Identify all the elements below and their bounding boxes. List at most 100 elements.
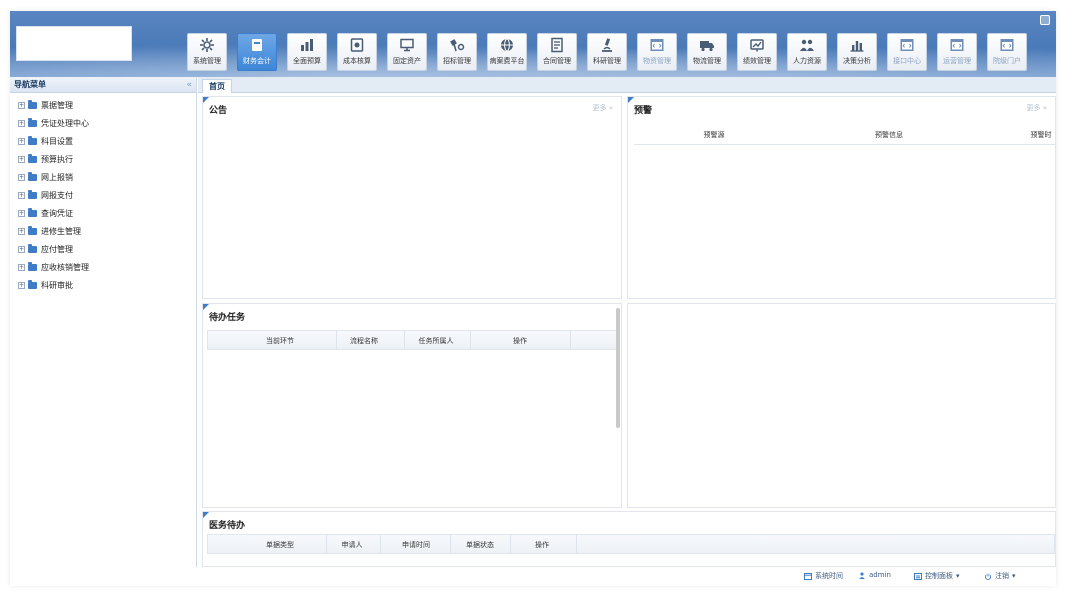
module-button[interactable]: 财务会计 [237,33,277,71]
folder-icon [28,189,37,199]
module-label: 人力资源 [793,57,821,65]
logout-menu[interactable]: 注销 ▾ [984,571,1016,581]
column-divider [450,535,451,553]
module-label: 运营管理 [943,57,971,65]
module-label: 固定资产 [393,57,421,65]
contract-icon [551,37,563,53]
caret-down-icon: ▾ [956,572,960,580]
nav-tree-label: 票据管理 [41,100,73,110]
control-panel-menu[interactable]: 控制面板 ▾ [914,571,960,581]
folder-icon [28,117,37,127]
nav-tree-item[interactable]: + 科研审批 [10,276,196,294]
tab-home[interactable]: 首页 [202,79,232,93]
system-time-link[interactable]: 系统时间 [804,571,843,581]
nav-tree-item[interactable]: + 应付管理 [10,240,196,258]
module-button[interactable]: 运营管理 [937,33,977,71]
expand-plus-icon[interactable]: + [18,281,25,289]
todo-grid-header: 当前环节 流程名称 任务所属人 操作 [207,330,617,350]
module-button[interactable]: 绩效管理 [737,33,777,71]
tab-strip: 首页 [198,77,1056,93]
performance-icon [750,39,764,52]
nav-tree-label: 科目设置 [41,136,73,146]
code-window-icon [900,39,914,51]
column-divider [510,535,511,553]
nav-tree-label: 查询凭证 [41,208,73,218]
module-button[interactable]: 接口中心 [887,33,927,71]
collapse-sidebar-icon[interactable]: « [186,80,192,90]
expand-plus-icon[interactable]: + [18,191,25,199]
nav-tree-item[interactable]: + 进修生管理 [10,222,196,240]
medical-title: 医务待办 [202,512,245,531]
expand-plus-icon[interactable]: + [18,155,25,163]
column-divider [380,535,381,553]
todo-scrollbar[interactable] [616,308,620,428]
module-label: 招标管理 [443,57,471,65]
nav-tree-item[interactable]: + 科目设置 [10,132,196,150]
warning-col-info: 预警信息 [875,131,903,139]
module-button[interactable]: 院级门户 [987,33,1027,71]
nav-tree-label: 网报支付 [41,190,73,200]
username: admin [869,571,891,579]
folder-icon [28,99,37,109]
app-window: 系统管理 财务会计 全面预算 成本核算 固定资产 招标管理 病案费平台 合同管理 科研管理 物资管… [10,11,1056,586]
folder-icon [28,243,37,253]
module-button[interactable]: 固定资产 [387,33,427,71]
module-button[interactable]: 科研管理 [587,33,627,71]
medical-col-status: 单据状态 [466,541,494,549]
todo-panel: 待办任务 当前环节 流程名称 任务所属人 操作 [202,303,622,508]
power-icon [984,572,992,580]
module-button[interactable]: 物资管理 [637,33,677,71]
nav-tree-item[interactable]: + 查询凭证 [10,204,196,222]
module-label: 物流管理 [693,57,721,65]
empty-panel [627,303,1056,508]
nav-tree-item[interactable]: + 票据管理 [10,96,196,114]
nav-tree-label: 应付管理 [41,244,73,254]
window-restore-icon[interactable] [1040,15,1050,25]
monitor-icon [400,38,414,52]
module-button[interactable]: 病案费平台 [487,33,527,71]
expand-plus-icon[interactable]: + [18,101,25,109]
expand-plus-icon[interactable]: + [18,245,25,253]
expand-plus-icon[interactable]: + [18,137,25,145]
todo-col-stage: 当前环节 [266,337,294,345]
module-button[interactable]: 招标管理 [437,33,477,71]
nav-tree-item[interactable]: + 网报支付 [10,186,196,204]
expand-plus-icon[interactable]: + [18,173,25,181]
module-label: 成本核算 [343,57,371,65]
module-label: 绩效管理 [743,57,771,65]
nav-tree-item[interactable]: + 应收核销管理 [10,258,196,276]
nav-tree-item[interactable]: + 网上报销 [10,168,196,186]
folder-icon [28,225,37,235]
column-divider [470,331,471,349]
expand-plus-icon[interactable]: + [18,209,25,217]
nav-tree-item[interactable]: + 预算执行 [10,150,196,168]
logo [16,26,132,61]
header-banner: 系统管理 财务会计 全面预算 成本核算 固定资产 招标管理 病案费平台 合同管理 科研管理 物资管… [10,11,1056,77]
nav-tree: + 票据管理 + 凭证处理中心 + 科目设置 + 预算执行 + 网上报销 + 网报支付 + 查询凭证 + 进修… [10,93,196,294]
code-window-icon [1000,39,1014,51]
module-button[interactable]: 系统管理 [187,33,227,71]
module-label: 合同管理 [543,57,571,65]
todo-col-process: 流程名称 [350,337,378,345]
module-button[interactable]: 全面预算 [287,33,327,71]
module-label: 全面预算 [293,57,321,65]
warning-title: 预警 [627,97,652,116]
module-button[interactable]: 成本核算 [337,33,377,71]
expand-plus-icon[interactable]: + [18,227,25,235]
status-bar: 系统时间 admin 控制面板 ▾ 注销 ▾ [198,567,1056,586]
warning-col-source: 预警源 [703,131,725,139]
expand-plus-icon[interactable]: + [18,263,25,271]
expand-plus-icon[interactable]: + [18,119,25,127]
module-button[interactable]: 物流管理 [687,33,727,71]
column-divider [326,535,327,553]
bid-icon [450,39,465,52]
medical-col-time: 申请时间 [402,541,430,549]
nav-tree-item[interactable]: + 凭证处理中心 [10,114,196,132]
module-button[interactable]: 决策分析 [837,33,877,71]
module-button[interactable]: 合同管理 [537,33,577,71]
notice-more-link[interactable]: 更多 » [592,103,613,113]
people-icon [800,39,814,51]
user-link[interactable]: admin [858,571,891,579]
module-button[interactable]: 人力资源 [787,33,827,71]
warning-more-link[interactable]: 更多 » [1026,103,1047,113]
